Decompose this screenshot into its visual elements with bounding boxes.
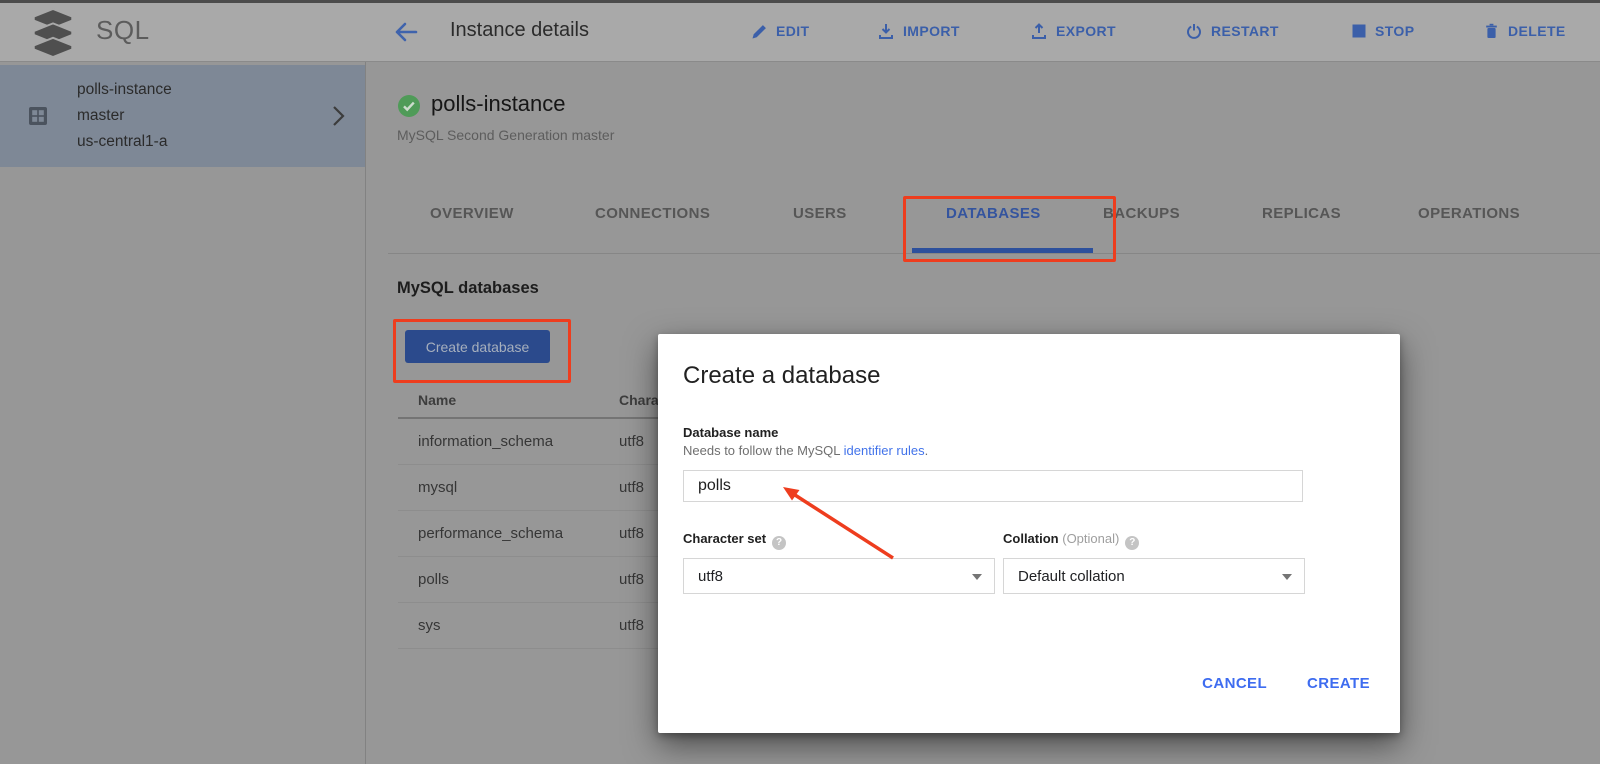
tab-overview[interactable]: OVERVIEW [430,205,514,222]
column-header-name: Name [398,392,599,408]
stop-button[interactable]: STOP [1352,0,1414,62]
charset-label: Character set? [683,531,786,550]
dropdown-caret-icon [972,574,982,580]
dialog-actions: CANCEL CREATE [1202,675,1370,692]
export-upload-icon [1031,23,1047,39]
sidebar-instance-name: polls-instance [77,77,172,103]
sidebar-instance-role: master [77,103,172,129]
instance-grid-icon [29,107,47,130]
tab-users[interactable]: USERS [793,205,847,222]
tab-databases[interactable]: DATABASES [946,205,1041,222]
import-download-icon [878,23,894,39]
export-button[interactable]: EXPORT [1031,0,1116,62]
page-title: Instance details [450,19,589,42]
charset-select[interactable]: utf8 [683,558,995,594]
collation-help-icon[interactable]: ? [1125,536,1139,550]
sidebar-instance-zone: us-central1-a [77,129,172,155]
create-database-button[interactable]: Create database [405,330,550,363]
restart-button[interactable]: RESTART [1186,0,1279,62]
database-name-input[interactable] [683,470,1303,502]
back-arrow-icon[interactable] [393,21,419,48]
collation-select[interactable]: Default collation [1003,558,1305,594]
tabs-bottom-rule [388,253,1600,254]
create-button[interactable]: CREATE [1307,675,1370,692]
trash-icon [1484,23,1499,39]
create-database-dialog: Create a database Database name Needs to… [658,334,1400,733]
status-ok-check-icon [398,95,420,122]
chevron-right-icon [331,105,345,132]
app-window: SQL Instance details EDIT IMPORT EXPORT [0,0,1600,764]
database-name-label: Database name [683,425,778,440]
tab-connections[interactable]: CONNECTIONS [595,205,710,222]
sidebar-item-instance[interactable]: polls-instance master us-central1-a [0,65,365,167]
charset-help-icon[interactable]: ? [772,536,786,550]
stop-square-icon [1352,24,1366,38]
selected-tab-underline [912,248,1093,253]
power-restart-icon [1186,23,1202,39]
dropdown-caret-icon [1282,574,1292,580]
product-name: SQL [96,15,150,46]
collation-label: Collation (Optional)? [1003,531,1139,550]
import-button[interactable]: IMPORT [878,0,960,62]
tab-backups[interactable]: BACKUPS [1103,205,1180,222]
delete-button[interactable]: DELETE [1484,0,1566,62]
identifier-rules-link[interactable]: identifier rules [844,443,925,458]
pencil-icon [752,24,767,39]
edit-button[interactable]: EDIT [752,0,810,62]
tab-replicas[interactable]: REPLICAS [1262,205,1341,222]
section-heading: MySQL databases [397,279,539,298]
cloud-sql-logo-icon [28,8,78,63]
sidebar-divider [365,62,366,764]
tab-operations[interactable]: OPERATIONS [1418,205,1520,222]
database-name-helper: Needs to follow the MySQL identifier rul… [683,443,928,458]
instance-name-title: polls-instance [431,91,566,117]
dialog-title: Create a database [683,362,880,390]
instance-subtitle: MySQL Second Generation master [397,127,614,143]
cancel-button[interactable]: CANCEL [1202,675,1267,692]
